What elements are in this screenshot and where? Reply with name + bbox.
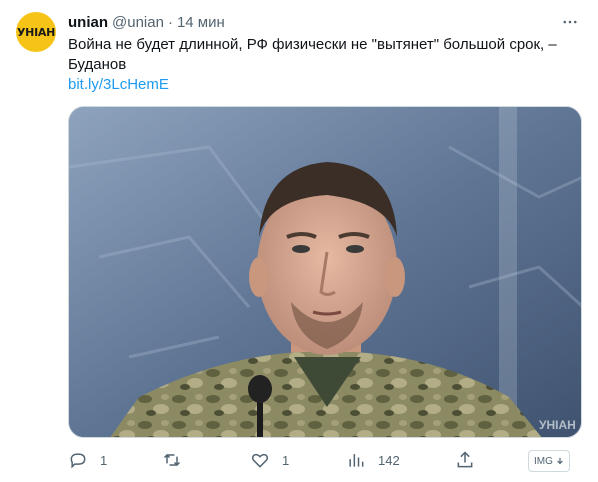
tweet-media-image[interactable]: УНІАН (68, 106, 582, 438)
like-count: 1 (282, 452, 290, 468)
timestamp[interactable]: 14 мин (177, 14, 225, 31)
more-options-button[interactable] (558, 10, 582, 34)
tweet-actions-bar: 1 1 142 IMG (60, 448, 580, 472)
reply-button[interactable]: 1 (68, 448, 107, 472)
tweet[interactable]: УНІАН unian @unian · 14 мин Война не буд… (0, 0, 598, 482)
retweet-icon (163, 453, 181, 467)
author-name[interactable]: unian (68, 14, 108, 31)
tweet-text-line-1: Война не будет длинной, РФ физически не … (68, 36, 557, 53)
share-button[interactable] (455, 448, 475, 472)
img-badge-label: IMG (534, 455, 553, 467)
media-watermark: УНІАН (539, 418, 576, 432)
more-horizontal-icon (563, 20, 577, 24)
download-icon (557, 457, 563, 465)
like-icon (251, 453, 269, 468)
avatar-logo-text: УНІАН (17, 25, 55, 39)
img-badge[interactable]: IMG (528, 450, 570, 472)
views-icon (349, 454, 364, 467)
tweet-header: unian @unian · 14 мин (68, 12, 582, 32)
views-button[interactable]: 142 (346, 448, 400, 472)
views-count: 142 (378, 452, 400, 468)
share-icon (457, 451, 473, 468)
retweet-button[interactable] (162, 448, 194, 472)
like-button[interactable]: 1 (250, 448, 289, 472)
separator-dot: · (167, 13, 173, 31)
reply-count: 1 (100, 452, 108, 468)
tweet-text-line-2: Буданов (68, 56, 127, 73)
author-handle[interactable]: @unian (112, 14, 164, 31)
media-photo: УНІАН (69, 107, 581, 437)
tweet-link[interactable]: bit.ly/3LcHemE (68, 76, 169, 93)
tweet-text: Война не будет длинной, РФ физически не … (68, 35, 580, 95)
reply-icon (70, 453, 86, 469)
avatar[interactable]: УНІАН (16, 12, 56, 52)
